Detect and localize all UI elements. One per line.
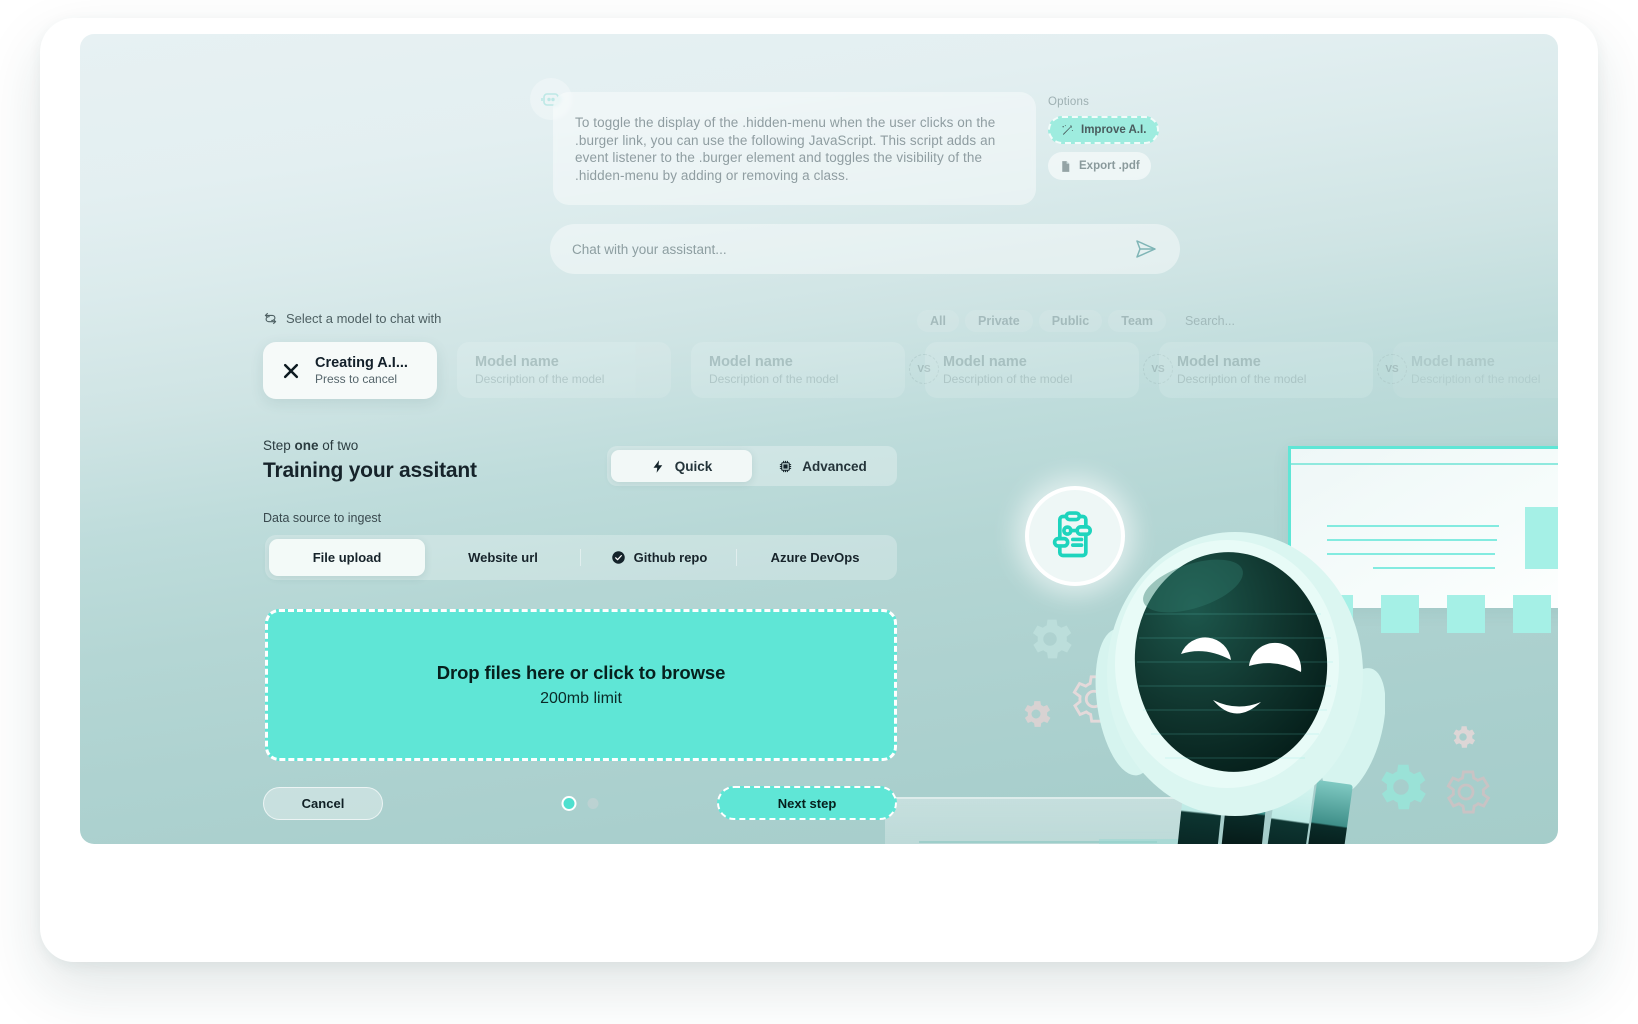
gear-icon (1446, 770, 1491, 814)
filter-tab-public[interactable]: Public (1038, 310, 1103, 332)
page-title: Training your assitant (263, 459, 477, 482)
model-card[interactable]: Model name Description of the model VS (925, 342, 1173, 398)
mode-advanced-label: Advanced (802, 458, 867, 474)
gear-icon (1453, 726, 1475, 748)
file-dropzone[interactable]: Drop files here or click to browse 200mb… (265, 609, 897, 761)
tab-azure-devops-label: Azure DevOps (770, 550, 860, 565)
model-card-desc: Description of the model (1177, 372, 1307, 386)
options-panel: Options Improve A.I. Export .pdf (1048, 96, 1178, 188)
model-card-name: Model name (709, 354, 793, 370)
step-prefix: Step (263, 438, 295, 453)
device-frame: To toggle the display of the .hidden-men… (40, 18, 1598, 962)
model-card-name: Model name (943, 354, 1027, 370)
refresh-icon (264, 312, 277, 325)
creating-ai-card[interactable]: Creating A.I... Press to cancel (263, 342, 437, 399)
model-card-desc: Description of the model (709, 372, 839, 386)
mode-advanced-button[interactable]: Advanced (752, 450, 893, 482)
model-card[interactable]: Model name Description of the model (457, 342, 671, 398)
step-suffix: of two (318, 438, 359, 453)
filter-tab-team[interactable]: Team (1108, 310, 1166, 332)
cpu-chip-icon (780, 460, 792, 472)
tab-github-repo[interactable]: Github repo (581, 539, 737, 576)
export-pdf-label: Export .pdf (1079, 160, 1140, 172)
next-step-button[interactable]: Next step (717, 786, 897, 820)
model-filter-tabs: All Private Public Team Search... (917, 310, 1248, 332)
creating-ai-subtitle: Press to cancel (315, 372, 398, 386)
options-label: Options (1048, 96, 1090, 108)
model-picker-heading: Select a model to chat with (263, 311, 441, 326)
model-card-name: Model name (1411, 354, 1495, 370)
cancel-button[interactable]: Cancel (263, 786, 383, 820)
tab-github-repo-label: Github repo (633, 550, 708, 565)
data-source-label: Data source to ingest (263, 511, 382, 525)
chat-input-placeholder: Chat with your assistant... (572, 241, 727, 257)
model-card-desc: Description of the model (475, 372, 605, 386)
assistant-message-text: To toggle the display of the .hidden-men… (575, 115, 996, 183)
model-card[interactable]: Model name Description of the model VS (1159, 342, 1407, 398)
model-card-list: Model name Description of the model Mode… (263, 342, 1558, 398)
model-card-desc: Description of the model (1411, 372, 1541, 386)
step-indicator-label: Step one of two (263, 438, 358, 453)
creating-ai-title: Creating A.I... (315, 355, 408, 371)
tab-azure-devops[interactable]: Azure DevOps (737, 539, 893, 576)
step-dot[interactable] (587, 797, 599, 809)
tab-file-upload[interactable]: File upload (269, 539, 425, 576)
step-current: one (294, 438, 319, 453)
chat-input-bar[interactable]: Chat with your assistant... (550, 224, 1180, 274)
send-icon[interactable] (1134, 237, 1158, 261)
mode-toggle-group: Quick Advanced (607, 446, 897, 486)
filter-tab-all[interactable]: All (917, 310, 960, 332)
check-circle-icon (611, 551, 625, 564)
tab-website-url-label: Website url (468, 550, 538, 565)
model-picker-heading-label: Select a model to chat with (286, 311, 442, 326)
model-card[interactable]: Model name Description of the model (1393, 342, 1558, 398)
model-card-name: Model name (475, 354, 559, 370)
mode-quick-label: Quick (674, 458, 713, 474)
assistant-message-bubble: To toggle the display of the .hidden-men… (553, 92, 1036, 205)
step-dot-active[interactable] (561, 795, 577, 811)
model-card-desc: Description of the model (943, 372, 1073, 386)
improve-ai-label: Improve A.I. (1081, 124, 1147, 136)
gear-icon (1024, 701, 1051, 727)
dropzone-sublabel: 200mb limit (540, 690, 622, 707)
lightning-icon (653, 459, 662, 473)
filter-tab-private[interactable]: Private (965, 310, 1033, 332)
document-icon (1062, 160, 1070, 172)
export-pdf-button[interactable]: Export .pdf (1048, 152, 1151, 180)
model-card[interactable]: Model name Description of the model VS (691, 342, 939, 398)
app-screen: To toggle the display of the .hidden-men… (80, 34, 1558, 844)
mode-quick-button[interactable]: Quick (611, 450, 752, 482)
tab-file-upload-label: File upload (312, 550, 382, 565)
robot-mascot (1095, 532, 1385, 844)
model-search-input[interactable]: Search... (1172, 310, 1248, 332)
step-dots (561, 795, 599, 811)
gear-icon (1032, 619, 1072, 659)
magic-wand-icon (1062, 124, 1073, 135)
model-card-name: Model name (1177, 354, 1261, 370)
dropzone-headline: Drop files here or click to browse (436, 662, 726, 683)
close-icon[interactable] (281, 361, 301, 381)
data-source-tabs: File upload Website url Github repo Azur… (265, 535, 897, 580)
tab-website-url[interactable]: Website url (425, 539, 581, 576)
improve-ai-button[interactable]: Improve A.I. (1048, 116, 1160, 144)
wizard-footer: Cancel Next step (263, 786, 897, 820)
